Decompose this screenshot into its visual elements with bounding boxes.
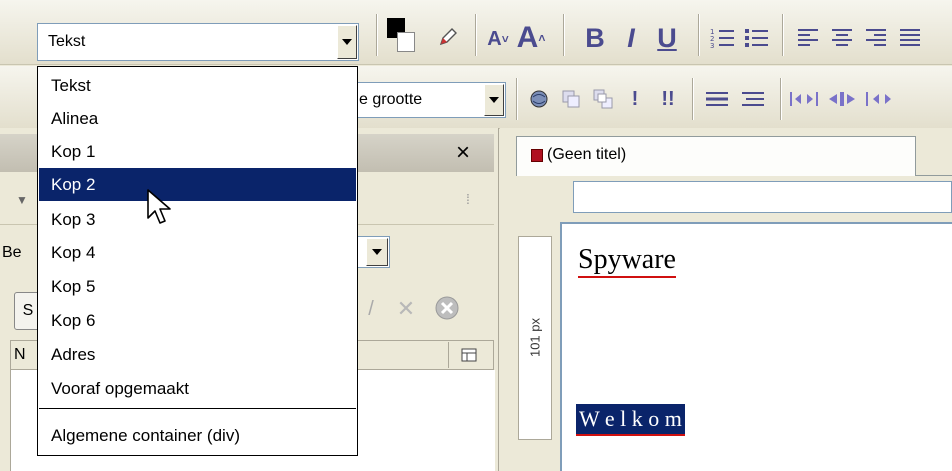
edit-icon[interactable]: / <box>358 294 384 324</box>
option-label: Kop 1 <box>51 141 96 161</box>
layer-icon[interactable] <box>556 84 586 114</box>
text-color-swatch[interactable] <box>387 18 415 52</box>
left-panel-row-label: Be <box>2 244 22 261</box>
double-exclaim-button[interactable]: !! <box>652 84 684 114</box>
underline-button[interactable]: U <box>650 20 684 56</box>
exclaim-button[interactable]: ! <box>622 84 648 114</box>
toolbar-separator <box>516 78 518 120</box>
toolbar-separator <box>782 14 784 56</box>
format-select-dropdown-button[interactable] <box>337 25 357 59</box>
document-tab-title: (Geen titel) <box>547 146 627 163</box>
format-option-tekst[interactable]: Tekst <box>39 69 356 102</box>
format-option-kop-5[interactable]: Kop 5 <box>39 270 356 303</box>
format-option-div-container[interactable]: Algemene container (div) <box>39 419 356 452</box>
close-icon[interactable]: × <box>448 138 478 168</box>
format-option-kop-1[interactable]: Kop 1 <box>39 135 356 168</box>
option-label: Vooraf opgemaakt <box>51 378 189 398</box>
left-panel-select-dropdown[interactable] <box>366 238 388 266</box>
indent-more-icon[interactable] <box>862 84 898 114</box>
font-smaller-label: A <box>487 27 502 50</box>
tab-strip-line <box>916 175 952 176</box>
toolbar-separator <box>692 78 694 120</box>
bold-button[interactable]: B <box>578 20 612 56</box>
format-select-value: Tekst <box>48 33 86 50</box>
option-label: Alinea <box>51 108 99 128</box>
document-icon <box>531 149 543 162</box>
format-option-kop-6[interactable]: Kop 6 <box>39 304 356 337</box>
chevron-down-icon <box>372 249 382 255</box>
align-justify-icon[interactable] <box>894 22 926 54</box>
column-chooser-icon[interactable] <box>448 342 489 368</box>
font-size-select-value: e grootte <box>359 91 423 108</box>
option-label: Kop 4 <box>51 242 96 262</box>
horizontal-rule-icon[interactable] <box>700 84 734 114</box>
option-label: Kop 2 <box>51 174 96 194</box>
arrow-down-icon: ˅ <box>501 32 509 46</box>
bullet-list-icon[interactable] <box>740 22 772 54</box>
font-larger-label: A <box>516 21 539 54</box>
toolbar-separator <box>698 14 700 56</box>
pencil-icon[interactable] <box>434 20 462 54</box>
format-option-adres[interactable]: Adres <box>39 338 356 371</box>
svg-text:3: 3 <box>710 42 714 50</box>
chevron-down-icon <box>489 97 499 103</box>
menu-divider <box>39 408 356 409</box>
font-smaller-button[interactable]: A ˅ <box>484 22 512 56</box>
address-field[interactable] <box>573 181 952 213</box>
format-dropdown-menu: Tekst Alinea Kop 1 Kop 2 Kop 3 Kop 4 Kop… <box>37 66 358 456</box>
format-option-vooraf-opgemaakt[interactable]: Vooraf opgemaakt <box>39 372 356 405</box>
toolbar-separator <box>563 14 565 56</box>
ruler-label: 101 px <box>527 317 543 358</box>
font-larger-button[interactable]: A ˄ <box>514 18 548 58</box>
option-label: Tekst <box>51 75 91 95</box>
format-select[interactable]: Tekst <box>37 23 359 61</box>
numbered-list-icon[interactable]: 123 <box>706 22 738 54</box>
stop-icon[interactable] <box>430 290 464 326</box>
globe-link-icon[interactable] <box>524 84 554 114</box>
document-tab[interactable]: (Geen titel) <box>516 136 916 176</box>
italic-button[interactable]: I <box>616 20 646 56</box>
paragraph-spacing-icon[interactable] <box>736 84 770 114</box>
toolbar-separator <box>475 14 477 56</box>
collapse-arrow-icon[interactable]: ▼ <box>14 190 30 210</box>
align-center-icon[interactable] <box>826 22 858 54</box>
mouse-cursor-icon <box>146 188 176 230</box>
format-option-alinea[interactable]: Alinea <box>39 102 356 135</box>
option-label: Adres <box>51 344 96 364</box>
document-selected-text[interactable]: W e l k o m <box>576 404 685 436</box>
align-right-icon[interactable] <box>860 22 892 54</box>
font-size-dropdown-button[interactable] <box>484 84 504 116</box>
list-column-header[interactable]: N <box>14 346 26 364</box>
chevron-down-icon <box>342 39 352 45</box>
option-label: Algemene container (div) <box>51 425 240 445</box>
align-left-icon[interactable] <box>792 22 824 54</box>
layers-group-icon[interactable] <box>588 84 618 114</box>
left-panel-button-label: S <box>22 302 34 319</box>
format-option-kop-2[interactable]: Kop 2 <box>39 168 356 201</box>
format-option-kop-4[interactable]: Kop 4 <box>39 236 356 269</box>
background-color-icon <box>397 32 415 52</box>
indent-decrease-icon[interactable] <box>786 84 822 114</box>
document-heading[interactable]: Spyware <box>578 244 676 278</box>
delete-icon[interactable]: ✕ <box>392 294 420 324</box>
arrow-up-icon: ˄ <box>538 31 546 45</box>
format-option-kop-3[interactable]: Kop 3 <box>39 203 356 236</box>
toolbar-separator <box>376 14 378 56</box>
toolbar-separator <box>780 78 782 120</box>
indent-increase-icon[interactable] <box>824 84 860 114</box>
grip-icon[interactable]: ⁞ <box>460 186 476 212</box>
option-label: Kop 6 <box>51 310 96 330</box>
option-label: Kop 3 <box>51 209 96 229</box>
option-label: Kop 5 <box>51 276 96 296</box>
